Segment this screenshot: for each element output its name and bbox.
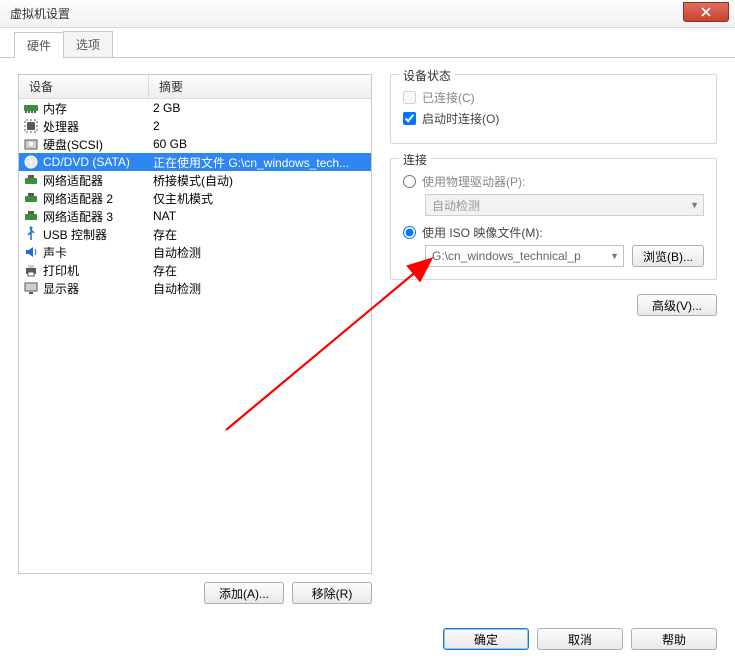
sound-icon xyxy=(23,244,39,260)
iso-radio[interactable] xyxy=(403,226,416,239)
cancel-button[interactable]: 取消 xyxy=(537,628,623,650)
device-status-legend: 设备状态 xyxy=(399,67,455,84)
table-row[interactable]: 显示器 自动检测 xyxy=(19,279,371,297)
window-title: 虚拟机设置 xyxy=(10,5,683,22)
hardware-table: 设备 摘要 内存 2 GB 处理器 2 硬盘(SCSI) 60 GB CD/DV… xyxy=(18,74,372,574)
tab-hardware[interactable]: 硬件 xyxy=(14,32,64,58)
table-row[interactable]: 硬盘(SCSI) 60 GB xyxy=(19,135,371,153)
table-row[interactable]: 处理器 2 xyxy=(19,117,371,135)
device-summary: 存在 xyxy=(149,226,371,243)
table-row[interactable]: 网络适配器 2 仅主机模式 xyxy=(19,189,371,207)
iso-label: 使用 ISO 映像文件(M): xyxy=(422,224,543,241)
device-name: CD/DVD (SATA) xyxy=(43,155,130,169)
tab-strip: 硬件 选项 xyxy=(0,32,735,58)
iso-combo[interactable]: G:\cn_windows_technical_p ▼ xyxy=(425,245,624,267)
chevron-down-icon: ▼ xyxy=(690,200,699,210)
connect-on-checkbox[interactable] xyxy=(403,112,416,125)
device-name: 网络适配器 2 xyxy=(43,190,113,207)
table-row[interactable]: 内存 2 GB xyxy=(19,99,371,117)
col-header-device[interactable]: 设备 xyxy=(19,75,149,98)
device-name: 硬盘(SCSI) xyxy=(43,136,103,153)
table-row[interactable]: 网络适配器 3 NAT xyxy=(19,207,371,225)
browse-button[interactable]: 浏览(B)... xyxy=(632,245,704,267)
help-button[interactable]: 帮助 xyxy=(631,628,717,650)
advanced-button[interactable]: 高级(V)... xyxy=(637,294,717,316)
device-summary: NAT xyxy=(149,209,371,223)
connect-on-label: 启动时连接(O) xyxy=(422,110,499,127)
net-icon xyxy=(23,172,39,188)
physical-combo-text: 自动检测 xyxy=(432,197,480,214)
add-button[interactable]: 添加(A)... xyxy=(204,582,284,604)
table-row[interactable]: 网络适配器 桥接模式(自动) xyxy=(19,171,371,189)
ok-button[interactable]: 确定 xyxy=(443,628,529,650)
device-summary: 存在 xyxy=(149,262,371,279)
device-summary: 60 GB xyxy=(149,137,371,151)
physical-radio[interactable] xyxy=(403,175,416,188)
device-summary: 仅主机模式 xyxy=(149,190,371,207)
net-icon xyxy=(23,190,39,206)
iso-combo-text: G:\cn_windows_technical_p xyxy=(432,249,581,263)
physical-label: 使用物理驱动器(P): xyxy=(422,173,525,190)
table-row[interactable]: 声卡 自动检测 xyxy=(19,243,371,261)
close-icon xyxy=(701,7,711,17)
close-button[interactable] xyxy=(683,2,729,22)
connected-checkbox xyxy=(403,91,416,104)
printer-icon xyxy=(23,262,39,278)
disk-icon xyxy=(23,136,39,152)
table-row[interactable]: 打印机 存在 xyxy=(19,261,371,279)
device-name: 内存 xyxy=(43,100,67,117)
connected-row: 已连接(C) xyxy=(403,89,704,106)
cpu-icon xyxy=(23,118,39,134)
device-name: 显示器 xyxy=(43,280,79,297)
device-summary: 2 GB xyxy=(149,101,371,115)
tab-options[interactable]: 选项 xyxy=(63,31,113,57)
device-name: 处理器 xyxy=(43,118,79,135)
connection-group: 连接 使用物理驱动器(P): 自动检测 ▼ 使用 ISO 映像文件(M): G:… xyxy=(390,158,717,280)
device-status-group: 设备状态 已连接(C) 启动时连接(O) xyxy=(390,74,717,144)
physical-combo: 自动检测 ▼ xyxy=(425,194,704,216)
col-header-summary[interactable]: 摘要 xyxy=(149,75,371,98)
device-summary: 2 xyxy=(149,119,371,133)
connection-legend: 连接 xyxy=(399,151,431,168)
device-name: 网络适配器 xyxy=(43,172,103,189)
device-summary: 正在使用文件 G:\cn_windows_tech... xyxy=(149,154,371,171)
connect-on-row[interactable]: 启动时连接(O) xyxy=(403,110,704,127)
usb-icon xyxy=(23,226,39,242)
net-icon xyxy=(23,208,39,224)
device-summary: 自动检测 xyxy=(149,280,371,297)
connected-label: 已连接(C) xyxy=(422,89,475,106)
memory-icon xyxy=(23,100,39,116)
device-summary: 桥接模式(自动) xyxy=(149,172,371,189)
cd-icon xyxy=(23,154,39,170)
device-name: 声卡 xyxy=(43,244,67,261)
remove-button[interactable]: 移除(R) xyxy=(292,582,372,604)
chevron-down-icon: ▼ xyxy=(610,251,619,261)
iso-row[interactable]: 使用 ISO 映像文件(M): xyxy=(403,224,704,241)
device-summary: 自动检测 xyxy=(149,244,371,261)
physical-row[interactable]: 使用物理驱动器(P): xyxy=(403,173,704,190)
device-name: USB 控制器 xyxy=(43,226,107,243)
display-icon xyxy=(23,280,39,296)
table-row[interactable]: USB 控制器 存在 xyxy=(19,225,371,243)
device-name: 打印机 xyxy=(43,262,79,279)
device-name: 网络适配器 3 xyxy=(43,208,113,225)
table-row[interactable]: CD/DVD (SATA) 正在使用文件 G:\cn_windows_tech.… xyxy=(19,153,371,171)
